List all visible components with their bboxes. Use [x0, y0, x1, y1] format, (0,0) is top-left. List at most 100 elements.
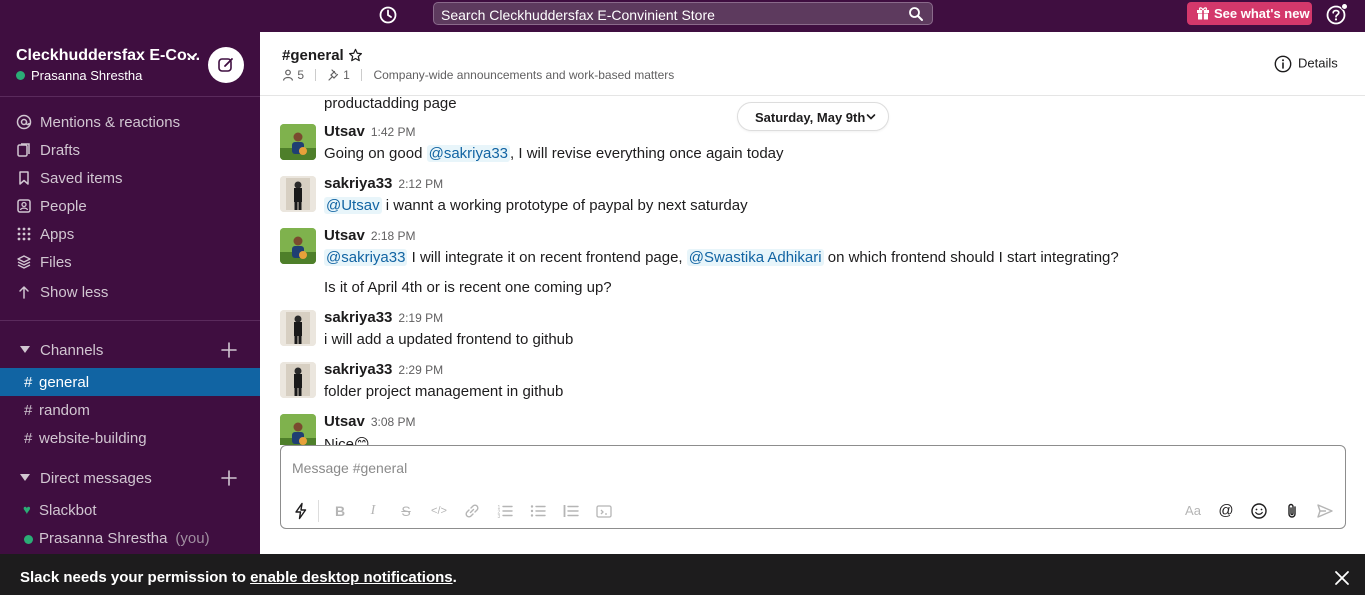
date-divider-button[interactable]: Saturday, May 9th [737, 102, 889, 131]
message-header: sakriya33 2:29 PM [324, 361, 443, 379]
formatting-aa-icon[interactable]: Aa [1184, 502, 1202, 520]
pin-count[interactable]: 1 [343, 68, 350, 82]
sidebar-item-files[interactable]: Files [0, 248, 260, 276]
code-icon[interactable]: </> [430, 502, 448, 520]
compose-button[interactable] [208, 47, 244, 83]
details-button[interactable]: Details [1274, 55, 1338, 73]
drafts-icon [17, 143, 30, 157]
history-clock-icon[interactable] [378, 5, 398, 25]
user-mention[interactable]: @sakriya33 [426, 145, 511, 162]
message-author[interactable]: sakriya33 [324, 361, 392, 378]
message-author[interactable]: Utsav [324, 123, 365, 140]
banner-suffix: . [452, 569, 457, 586]
send-icon[interactable] [1316, 502, 1334, 520]
sidebar-item-show-less[interactable]: Show less [0, 278, 260, 306]
avatar[interactable] [280, 310, 316, 346]
emoji-icon[interactable] [1250, 502, 1268, 520]
compose-icon [218, 58, 233, 72]
hash-icon: # [24, 374, 33, 391]
channels-section-label: Channels [40, 342, 104, 359]
message-text: i will add a updated frontend to github [324, 331, 574, 348]
message-text: @Utsav i wannt a working prototype of pa… [324, 197, 748, 214]
dm-item-self[interactable]: Prasanna Shrestha (you) [0, 524, 260, 552]
message-author[interactable]: Utsav [324, 227, 365, 244]
gift-icon [1197, 7, 1209, 20]
sidebar-item-drafts[interactable]: Drafts [0, 136, 260, 164]
ordered-list-icon[interactable]: 123 [496, 502, 514, 520]
message-time[interactable]: 2:19 PM [398, 311, 443, 325]
message-time[interactable]: 2:12 PM [398, 177, 443, 191]
member-icon[interactable] [282, 69, 294, 81]
message-time[interactable]: 2:18 PM [371, 229, 416, 243]
sidebar-divider [0, 320, 260, 321]
message-text-part: i wannt a working prototype of paypal by… [381, 197, 748, 214]
dm-name: Prasanna Shrestha [39, 530, 168, 547]
sidebar-item-saved[interactable]: Saved items [0, 164, 260, 192]
dm-item-slackbot[interactable]: ♥ Slackbot [0, 496, 260, 524]
dm-section-header[interactable]: Direct messages [0, 464, 260, 492]
whats-new-button[interactable]: See what's new [1187, 2, 1312, 25]
message-composer[interactable]: Message #general B I S </> 123 Aa @ [280, 445, 1346, 529]
message-time[interactable]: 3:08 PM [371, 415, 416, 429]
message-text: productadding page [324, 97, 457, 112]
message-text: Going on good @sakriya33, I will revise … [324, 145, 784, 162]
user-mention[interactable]: @sakriya33 [324, 249, 408, 266]
chevron-down-icon[interactable] [186, 50, 198, 62]
avatar[interactable] [280, 228, 316, 264]
avatar-photo [280, 414, 316, 445]
code-block-icon[interactable] [595, 502, 613, 520]
avatar-photo [280, 228, 316, 264]
channel-item-general[interactable]: # general [0, 368, 260, 396]
message-author[interactable]: sakriya33 [324, 309, 392, 326]
pin-icon[interactable] [328, 69, 340, 81]
italic-icon[interactable]: I [364, 502, 382, 520]
sidebar-item-label: Saved items [40, 170, 123, 187]
close-icon[interactable] [1334, 570, 1350, 586]
star-icon[interactable] [348, 48, 363, 63]
message-time[interactable]: 2:29 PM [398, 363, 443, 377]
bold-icon[interactable]: B [331, 502, 349, 520]
message-author[interactable]: sakriya33 [324, 175, 392, 192]
avatar-photo [280, 176, 316, 212]
whats-new-label: See what's new [1214, 6, 1310, 21]
message-time[interactable]: 1:42 PM [371, 125, 416, 139]
attachment-paperclip-icon[interactable] [1283, 502, 1301, 520]
message-list[interactable]: productadding page Saturday, May 9th Uts… [260, 97, 1365, 445]
banner-text: Slack needs your permission to enable de… [20, 569, 457, 586]
add-channel-plus-icon[interactable] [221, 342, 237, 358]
details-label: Details [1298, 55, 1338, 71]
sidebar-item-apps[interactable]: Apps [0, 220, 260, 248]
help-icon[interactable] [1326, 3, 1348, 25]
channel-item-website-building[interactable]: # website-building [0, 424, 260, 452]
dm-label: Prasanna Shrestha (you) [39, 530, 210, 547]
bookmark-icon [19, 171, 29, 185]
strikethrough-icon[interactable]: S [397, 502, 415, 520]
blockquote-icon[interactable] [562, 502, 580, 520]
dm-label: Slackbot [39, 502, 97, 519]
message-author[interactable]: Utsav [324, 413, 365, 430]
avatar[interactable] [280, 176, 316, 212]
add-dm-plus-icon[interactable] [221, 470, 237, 486]
workspace-name[interactable]: Cleckhuddersfax E-Co... [16, 47, 200, 65]
bulleted-list-icon[interactable] [529, 502, 547, 520]
sidebar-item-people[interactable]: People [0, 192, 260, 220]
message-text-part: , I will revise everything once again to… [510, 145, 784, 162]
enable-notifications-link[interactable]: enable desktop notifications [250, 569, 453, 586]
user-mention[interactable]: @Swastika Adhikari [686, 249, 824, 266]
mention-at-icon[interactable]: @ [1217, 502, 1235, 520]
dm-you-suffix: (you) [175, 530, 210, 547]
avatar[interactable] [280, 362, 316, 398]
search-bar[interactable]: Search Cleckhuddersfax E-Convinient Stor… [433, 2, 933, 25]
message-text: folder project management in github [324, 383, 564, 400]
member-count[interactable]: 5 [297, 68, 304, 82]
current-user: Prasanna Shrestha [16, 68, 142, 83]
channels-section-header[interactable]: Channels [0, 336, 260, 364]
user-mention[interactable]: @Utsav [324, 197, 382, 214]
link-icon[interactable] [463, 502, 481, 520]
channel-title[interactable]: #general [282, 47, 344, 64]
lightning-shortcuts-icon[interactable] [292, 502, 310, 520]
channel-item-random[interactable]: # random [0, 396, 260, 424]
sidebar-item-mentions[interactable]: Mentions & reactions [0, 108, 260, 136]
avatar[interactable] [280, 124, 316, 160]
avatar[interactable] [280, 414, 316, 445]
